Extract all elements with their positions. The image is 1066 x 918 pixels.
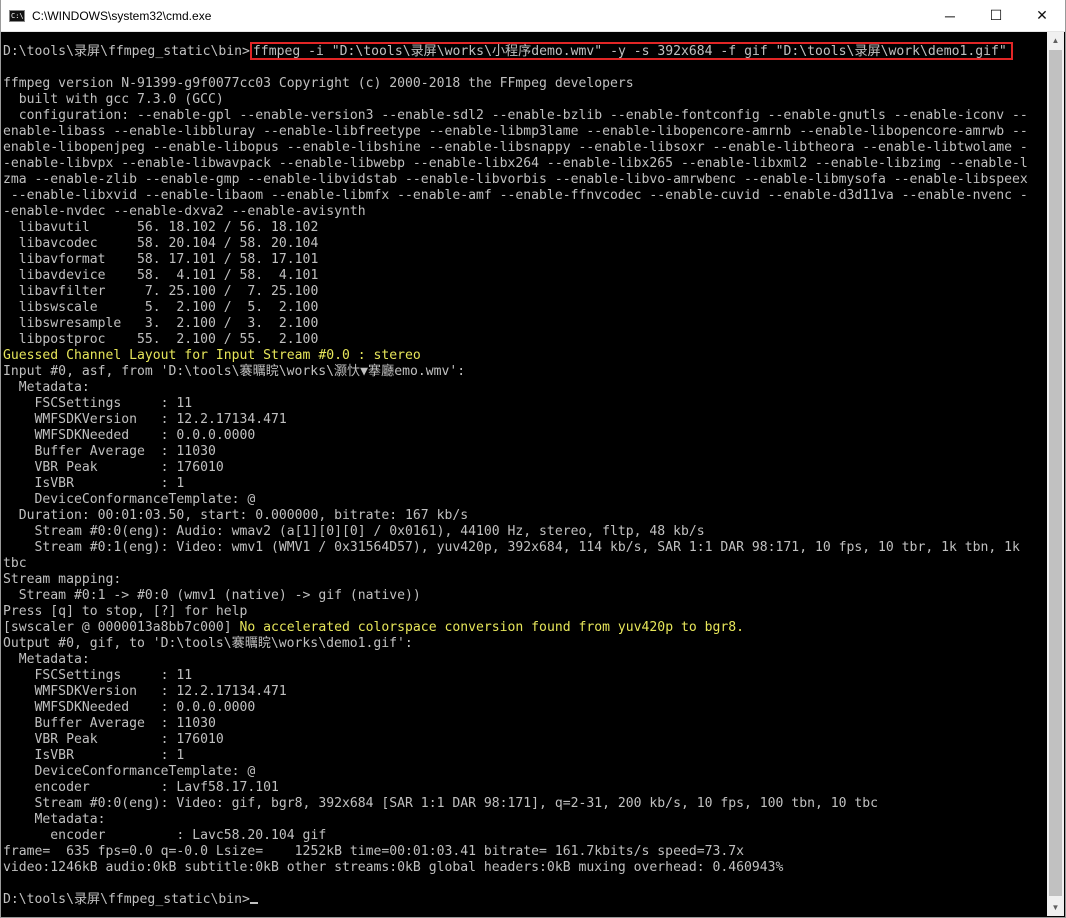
window-title: C:\WINDOWS\system32\cmd.exe xyxy=(32,8,212,23)
terminal-output[interactable]: D:\tools\录屏\ffmpeg_static\bin> ffmpeg -i … xyxy=(1,32,1046,916)
terminal-line: libavfilter 7. 25.100 / 7. 25.100 xyxy=(3,284,319,299)
terminal-line: libswresample 3. 2.100 / 3. 2.100 xyxy=(3,316,319,331)
terminal-line: IsVBR : 1 xyxy=(3,748,185,763)
terminal-line: encoder : Lavf58.17.101 xyxy=(3,780,279,795)
terminal-line: libpostproc 55. 2.100 / 55. 2.100 xyxy=(3,332,319,347)
final-prompt-line: D:\tools\录屏\ffmpeg_static\bin> xyxy=(3,892,1046,908)
maximize-icon: ☐ xyxy=(989,7,1003,23)
terminal-line: WMFSDKNeeded : 0.0.0.0000 xyxy=(3,700,256,715)
final-prompt: D:\tools\录屏\ffmpeg_static\bin> xyxy=(3,892,250,907)
terminal-line: frame= 635 fps=0.0 q=-0.0 Lsize= 1252kB … xyxy=(3,844,745,859)
swscaler-warning: No accelerated colorspace conversion fou… xyxy=(239,620,745,635)
terminal-line: VBR Peak : 176010 xyxy=(3,732,224,747)
terminal-line: libavdevice 58. 4.101 / 58. 4.101 xyxy=(3,268,319,283)
vertical-scrollbar[interactable]: ▲ ▼ xyxy=(1047,32,1064,916)
scroll-thumb[interactable] xyxy=(1049,50,1062,896)
terminal-line: -enable-nvdec --enable-dxva2 --enable-av… xyxy=(3,204,366,219)
minimize-button[interactable]: ─ xyxy=(927,0,973,31)
title-bar[interactable]: C:\ C:\WINDOWS\system32\cmd.exe ─ ☐ ✕ xyxy=(1,0,1065,32)
terminal-line: -enable-libvpx --enable-libwavpack --ena… xyxy=(3,156,1028,171)
close-icon: ✕ xyxy=(1036,7,1048,23)
terminal-line: Metadata: xyxy=(3,652,90,667)
terminal-line: WMFSDKVersion : 12.2.17134.471 xyxy=(3,412,287,427)
terminal-line: Stream #0:1(eng): Video: wmv1 (WMV1 / 0x… xyxy=(3,540,1020,555)
terminal-line: ffmpeg version N-91399-g9f0077cc03 Copyr… xyxy=(3,76,634,91)
terminal-line: configuration: --enable-gpl --enable-ver… xyxy=(3,108,1028,123)
minimize-icon: ─ xyxy=(945,7,955,24)
prompt: D:\tools\录屏\ffmpeg_static\bin> xyxy=(3,44,250,59)
terminal-line: Press [q] to stop, [?] for help xyxy=(3,604,248,619)
terminal-line: Stream #0:0(eng): Audio: wmav2 (a[1][0][… xyxy=(3,524,705,539)
terminal-line: FSCSettings : 11 xyxy=(3,396,193,411)
terminal-line: Stream #0:0(eng): Video: gif, bgr8, 392x… xyxy=(3,796,879,811)
terminal-line: Metadata: xyxy=(3,380,90,395)
terminal-line: Buffer Average : 11030 xyxy=(3,444,216,459)
terminal-line: Output #0, gif, to 'D:\tools\褰曞睆\works\d… xyxy=(3,636,413,651)
terminal-line: libavutil 56. 18.102 / 56. 18.102 xyxy=(3,220,319,235)
terminal-line: enable-libopenjpeg --enable-libopus --en… xyxy=(3,140,1028,155)
terminal-line: video:1246kB audio:0kB subtitle:0kB othe… xyxy=(3,860,784,875)
terminal-line: Metadata: xyxy=(3,812,106,827)
scroll-down-icon[interactable]: ▼ xyxy=(1047,899,1064,916)
terminal-line: libavformat 58. 17.101 / 58. 17.101 xyxy=(3,252,319,267)
terminal-line: libswscale 5. 2.100 / 5. 2.100 xyxy=(3,300,319,315)
terminal-line: enable-libass --enable-libbluray --enabl… xyxy=(3,124,1028,139)
close-button[interactable]: ✕ xyxy=(1019,0,1065,31)
terminal-line: encoder : Lavc58.20.104 gif xyxy=(3,828,327,843)
swscaler-prefix: [swscaler @ 0000013a8bb7c000] xyxy=(3,620,240,635)
terminal-line: zma --enable-zlib --enable-gmp --enable-… xyxy=(3,172,1028,187)
terminal-line: libavcodec 58. 20.104 / 58. 20.104 xyxy=(3,236,319,251)
terminal-line: Input #0, asf, from 'D:\tools\褰曞睆\works\… xyxy=(3,364,466,379)
maximize-button[interactable]: ☐ xyxy=(973,0,1019,31)
scroll-up-icon[interactable]: ▲ xyxy=(1047,32,1064,49)
terminal-line: VBR Peak : 176010 xyxy=(3,460,224,475)
window-controls: ─ ☐ ✕ xyxy=(927,0,1065,31)
cmd-icon: C:\ xyxy=(9,9,25,22)
terminal-line: Buffer Average : 11030 xyxy=(3,716,216,731)
terminal-line: WMFSDKNeeded : 0.0.0.0000 xyxy=(3,428,256,443)
terminal-line: DeviceConformanceTemplate: @ xyxy=(3,764,256,779)
terminal-line: built with gcc 7.3.0 (GCC) xyxy=(3,92,224,107)
terminal-line: --enable-libxvid --enable-libaom --enabl… xyxy=(3,188,1028,203)
terminal-line: tbc xyxy=(3,556,27,571)
cursor xyxy=(249,902,258,904)
terminal-line: Stream #0:1 -> #0:0 (wmv1 (native) -> gi… xyxy=(3,588,421,603)
swscaler-line: [swscaler @ 0000013a8bb7c000] No acceler… xyxy=(3,620,1046,636)
terminal-line: WMFSDKVersion : 12.2.17134.471 xyxy=(3,684,287,699)
highlighted-command: ffmpeg -i "D:\tools\录屏\works\小程序demo.wmv… xyxy=(249,42,1013,60)
terminal-line: FSCSettings : 11 xyxy=(3,668,193,683)
guessed-layout-warning: Guessed Channel Layout for Input Stream … xyxy=(3,348,421,363)
cmd-window: C:\ C:\WINDOWS\system32\cmd.exe ─ ☐ ✕ D:… xyxy=(0,0,1066,918)
terminal-line: Stream mapping: xyxy=(3,572,122,587)
terminal-line: Duration: 00:01:03.50, start: 0.000000, … xyxy=(3,508,469,523)
terminal-line: IsVBR : 1 xyxy=(3,476,185,491)
command-line: D:\tools\录屏\ffmpeg_static\bin> ffmpeg -i … xyxy=(3,42,1046,60)
terminal-line: DeviceConformanceTemplate: @ xyxy=(3,492,256,507)
